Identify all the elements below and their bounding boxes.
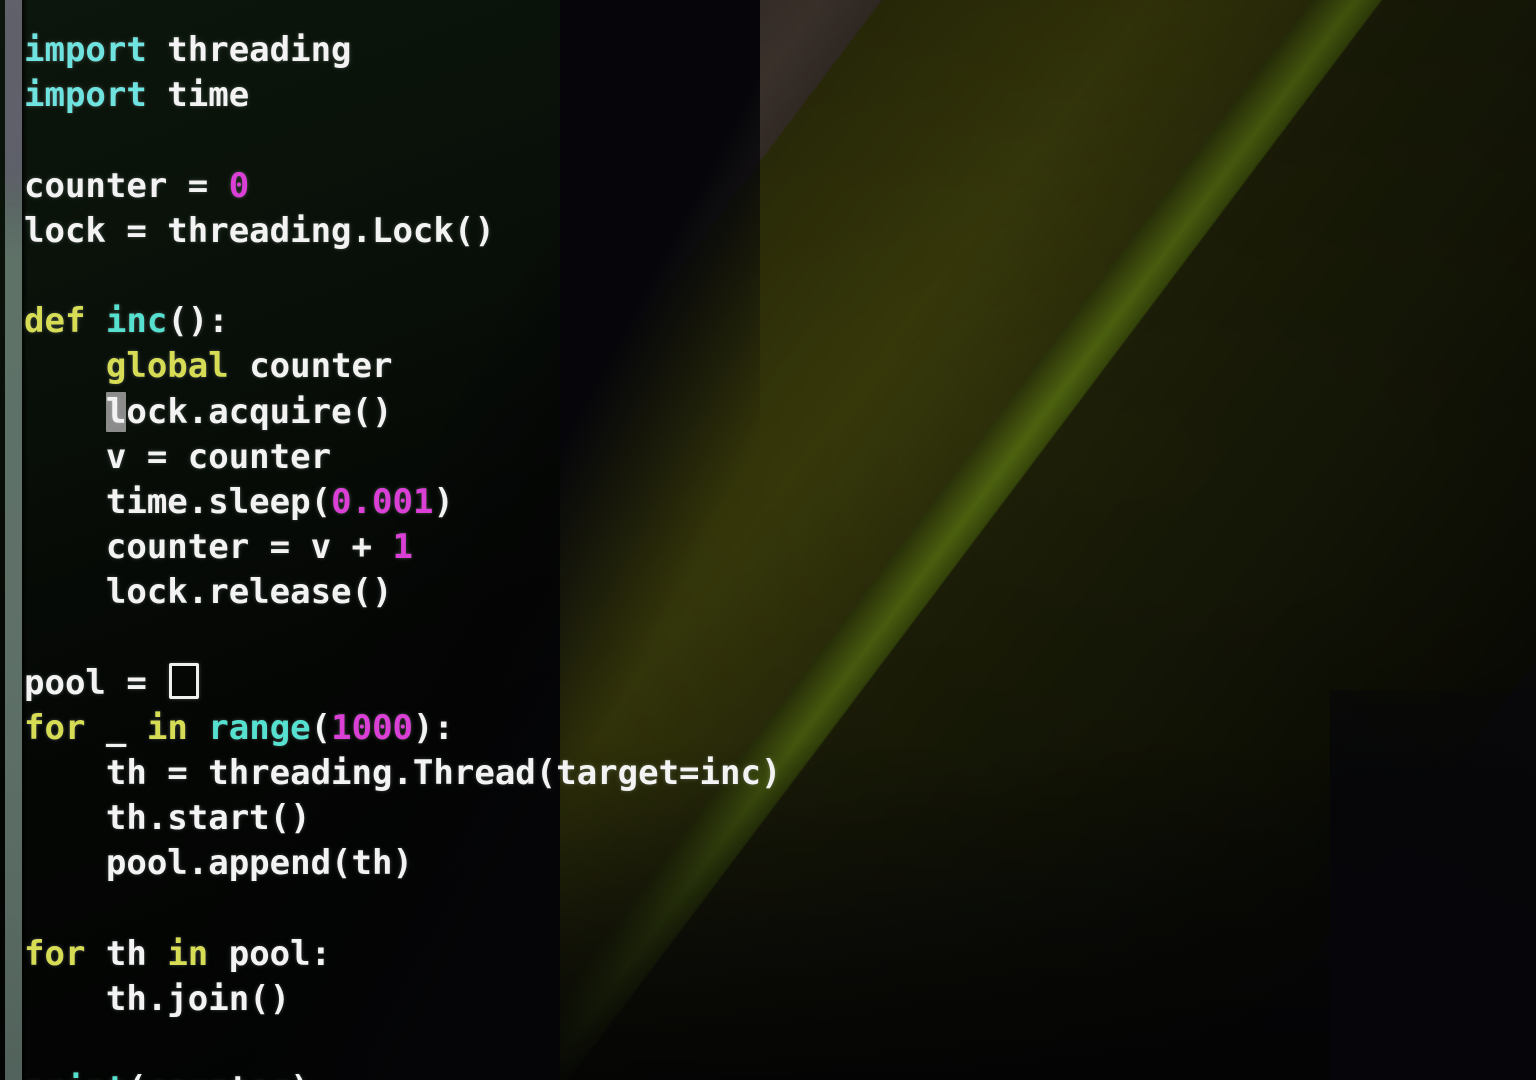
code-line[interactable] [24,1022,781,1067]
code-token: (): [167,301,229,342]
code-line[interactable] [24,118,781,163]
code-token: counter = v + [105,527,393,568]
code-token: ( [310,707,332,748]
code-token: lock.release() [105,572,393,613]
code-token: counter = [24,165,229,206]
code-line[interactable]: print(counter) [24,1067,781,1080]
code-line[interactable]: import time [24,73,781,118]
code-token: th.join() [105,978,291,1019]
code-token: global [105,346,229,387]
code-token: for [24,707,86,748]
code-token: in [167,933,209,974]
code-line[interactable]: pool.append(th) [24,841,781,886]
code-line[interactable]: th = threading.Thread(target=inc) [24,751,782,796]
code-text-area[interactable]: import threading import time counter = 0l… [24,28,781,1080]
code-token: pool = [24,662,168,703]
code-line[interactable]: th.start() [24,796,781,841]
code-line[interactable] [24,887,781,932]
code-token: th.start() [105,798,311,839]
code-token: ) [433,481,454,522]
code-token: (counter) [126,1069,310,1080]
code-line[interactable]: time.sleep(0.001) [24,480,781,525]
code-token: th = threading.Thread(target=inc) [105,753,782,793]
code-token: _ [85,707,147,748]
code-line[interactable]: counter = 0 [24,164,781,209]
code-token: range [208,707,311,748]
code-token: v = counter [105,436,332,477]
code-line[interactable]: lock.release() [24,570,781,615]
code-token: def [24,301,86,342]
code-token: pool: [208,933,332,974]
code-token: import [24,75,147,116]
code-token: import [24,30,147,70]
code-line[interactable]: def inc(): [24,299,781,344]
code-token: 0.001 [331,481,434,522]
code-line[interactable]: import threading [24,28,781,73]
code-line[interactable]: pool = [24,661,781,706]
code-token: 1000 [331,707,414,748]
code-token: inc [105,301,168,342]
screen: import threading import time counter = 0l… [0,0,1536,1080]
code-token: for [24,933,86,974]
code-token: lock = threading.Lock() [24,210,495,251]
code-token: ): [413,707,454,748]
code-line[interactable]: for th in pool: [24,932,781,977]
code-token: pool.append(th) [105,843,413,884]
code-token: threading [146,30,352,70]
code-line[interactable] [24,254,781,299]
code-token: in [146,707,188,748]
code-token: 0 [228,165,250,206]
code-token: ock.acquire() [126,391,393,432]
text-cursor: l [105,391,127,432]
code-line[interactable]: th.join() [24,977,781,1022]
code-token: time [146,75,250,116]
vertical-scrollbar[interactable] [5,0,22,1080]
code-line[interactable]: global counter [24,344,781,389]
missing-glyph-icon [169,662,200,699]
code-token: th [85,933,168,974]
code-line[interactable]: lock.acquire() [24,390,781,435]
code-line[interactable]: counter = v + 1 [24,525,781,570]
code-line[interactable]: v = counter [24,435,781,480]
code-line[interactable] [24,615,781,660]
code-line[interactable]: for _ in range(1000): [24,706,781,751]
code-token: time.sleep( [105,481,332,522]
code-token: 1 [392,527,413,568]
code-token: counter [228,346,393,387]
code-line[interactable]: lock = threading.Lock() [24,209,781,254]
code-token: print [24,1069,126,1080]
